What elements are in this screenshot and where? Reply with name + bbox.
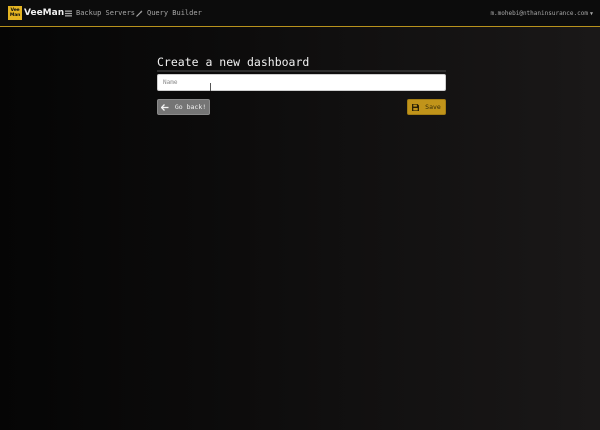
logo-text-bottom: Man bbox=[9, 13, 21, 18]
page-title: Create a new dashboard bbox=[157, 55, 446, 72]
top-navbar: Vee Man VeeMan Backup Servers Query Buil… bbox=[0, 0, 600, 27]
arrow-left-icon bbox=[160, 103, 169, 111]
list-icon bbox=[65, 10, 72, 16]
nav-backup-servers-label: Backup Servers bbox=[76, 9, 136, 17]
save-button[interactable]: Save bbox=[407, 99, 446, 115]
magic-wand-icon bbox=[136, 9, 143, 17]
user-menu[interactable]: m.mohebi@nthaninsurance.com ▼ bbox=[490, 10, 593, 17]
brand[interactable]: Vee Man VeeMan bbox=[8, 0, 64, 27]
go-back-button[interactable]: Go back! bbox=[157, 99, 210, 115]
user-email: m.mohebi@nthaninsurance.com bbox=[490, 10, 588, 17]
save-label: Save bbox=[425, 103, 441, 111]
dashboard-name-input[interactable] bbox=[157, 74, 446, 91]
floppy-disk-icon bbox=[412, 103, 420, 111]
nav-query-builder-label: Query Builder bbox=[147, 9, 202, 17]
nav-query-builder[interactable]: Query Builder bbox=[136, 9, 202, 17]
brand-name[interactable]: VeeMan bbox=[24, 8, 64, 18]
go-back-label: Go back! bbox=[174, 103, 207, 111]
chevron-down-icon: ▼ bbox=[589, 10, 593, 17]
veeman-logo: Vee Man bbox=[8, 6, 22, 20]
nav-backup-servers[interactable]: Backup Servers bbox=[65, 9, 135, 17]
text-cursor-icon bbox=[210, 83, 214, 91]
